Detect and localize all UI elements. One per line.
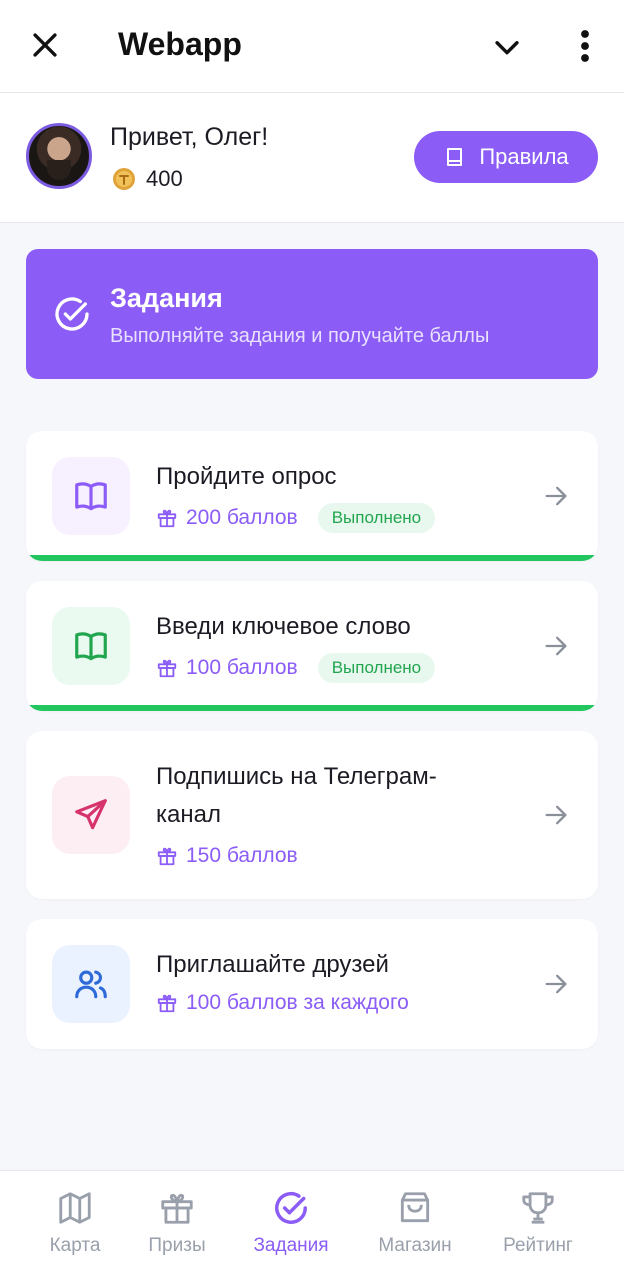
nav-label: Магазин	[378, 1235, 452, 1256]
banner-subtitle: Выполняйте задания и получайте баллы	[110, 325, 490, 347]
nav-label: Задания	[253, 1235, 329, 1256]
nav-label: Рейтинг	[503, 1235, 573, 1256]
task-reward: 200 баллов Выполнено	[156, 503, 436, 533]
rules-button-label: Правила	[479, 144, 569, 169]
trophy-icon	[522, 1192, 554, 1224]
task-reward: 150 баллов	[156, 844, 298, 868]
nav-item-prizes[interactable]: Призы	[115, 1189, 239, 1257]
check-circle-icon	[55, 297, 89, 331]
task-card-telegram[interactable]: Подпишись на Телеграм- канал 150 баллов	[26, 731, 598, 899]
gift-icon	[157, 509, 177, 528]
task-icon-box	[52, 457, 130, 535]
book-icon	[447, 148, 463, 166]
banner-title: Задания	[110, 283, 223, 313]
map-icon	[59, 1192, 91, 1224]
arrow-right-icon	[545, 974, 567, 994]
nav-label: Призы	[148, 1235, 206, 1256]
task-title: Подпишись на Телеграм- канал	[156, 758, 437, 834]
app-title: Webapp	[118, 26, 242, 62]
progress-bar	[26, 555, 598, 561]
task-card-invite[interactable]: Приглашайте друзей 100 баллов за каждого	[26, 919, 598, 1049]
send-icon	[75, 799, 107, 830]
users-icon	[75, 970, 107, 999]
shopping-bag-icon	[400, 1192, 430, 1223]
nav-item-tasks[interactable]: Задания	[229, 1189, 353, 1257]
task-title: Приглашайте друзей	[156, 951, 389, 978]
greeting: Привет, Олег!	[110, 123, 269, 151]
task-title: Пройдите опрос	[156, 463, 337, 490]
nav-item-rating[interactable]: Рейтинг	[476, 1189, 600, 1257]
task-title: Введи ключевое слово	[156, 613, 411, 640]
task-reward: 100 баллов за каждого	[156, 991, 409, 1015]
chevron-down-icon[interactable]	[490, 30, 524, 64]
tasks-banner: Задания Выполняйте задания и получайте б…	[26, 249, 598, 379]
gift-icon	[157, 659, 177, 678]
task-card-keyword[interactable]: Введи ключевое слово 100 баллов Выполнен…	[26, 581, 598, 711]
task-card-survey[interactable]: Пройдите опрос 200 баллов Выполнено	[26, 431, 598, 561]
top-bar: Webapp	[0, 0, 624, 93]
coin-icon	[113, 168, 135, 190]
user-header: Привет, Олег! 400 Правила	[0, 93, 624, 223]
arrow-right-icon	[545, 805, 567, 825]
task-reward-label: 150 баллов	[186, 844, 298, 867]
task-reward-label: 100 баллов	[186, 656, 298, 679]
gift-icon	[157, 994, 177, 1013]
book-open-icon	[75, 632, 107, 661]
gift-icon	[157, 847, 177, 866]
bottom-nav: Карта Призы Задания Магазин Рейтинг	[0, 1170, 624, 1281]
avatar[interactable]	[26, 123, 92, 189]
status-badge: Выполнено	[317, 653, 436, 683]
arrow-right-icon	[545, 486, 567, 506]
book-open-icon	[75, 482, 107, 511]
task-icon-box	[52, 776, 130, 854]
progress-bar	[26, 705, 598, 711]
task-reward-label: 200 баллов	[186, 506, 298, 529]
rules-button[interactable]: Правила	[414, 131, 598, 183]
task-icon-box	[52, 945, 130, 1023]
arrow-right-icon	[545, 636, 567, 656]
points-value: 400	[146, 166, 183, 191]
task-title-line1: Подпишись на Телеграм-	[156, 763, 437, 790]
task-title-line2: канал	[156, 801, 221, 828]
gift-icon	[161, 1193, 193, 1224]
close-icon[interactable]	[28, 28, 62, 62]
task-icon-box	[52, 607, 130, 685]
task-reward: 100 баллов Выполнено	[156, 653, 436, 683]
more-vertical-icon[interactable]	[572, 28, 598, 64]
nav-item-shop[interactable]: Магазин	[353, 1189, 477, 1257]
nav-label: Карта	[49, 1235, 101, 1256]
task-reward-label: 100 баллов за каждого	[186, 991, 409, 1014]
status-badge: Выполнено	[317, 503, 436, 533]
check-circle-icon	[275, 1192, 307, 1224]
